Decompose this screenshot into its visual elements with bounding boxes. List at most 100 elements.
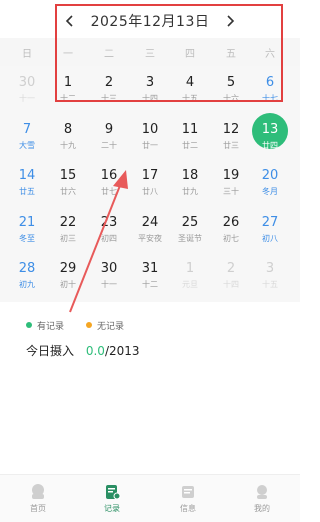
calendar-day[interactable]: 26 初七 [211, 208, 251, 252]
calendar-day[interactable]: 13 廿四 [250, 112, 290, 159]
day-number: 10 [141, 121, 159, 137]
calendar-day[interactable]: 11 廿二 [170, 115, 210, 159]
day-number: 28 [18, 261, 36, 276]
calendar-day[interactable]: 6 十七 [250, 68, 290, 112]
lunar-label: 圣诞节 [178, 233, 202, 243]
day-number: 3 [265, 261, 275, 276]
lunar-label: 冬至 [19, 233, 35, 243]
lunar-label: 初七 [223, 233, 239, 243]
calendar-header: 2025年12月13日 [0, 8, 300, 34]
lunar-label: 初三 [60, 233, 76, 243]
calendar-day[interactable]: 19 三十 [211, 161, 251, 205]
calendar-day[interactable]: 23 初四 [89, 208, 129, 252]
profile-icon [257, 485, 267, 499]
home-icon [32, 484, 44, 499]
calendar-day[interactable]: 1 十二 [48, 68, 88, 112]
day-number: 17 [141, 168, 159, 183]
lunar-label: 十九 [60, 140, 76, 150]
calendar-day[interactable]: 25 圣诞节 [170, 208, 210, 252]
lunar-label: 廿五 [19, 187, 35, 196]
legend-recorded: 有记录 [37, 321, 65, 332]
calendar-day[interactable]: 31 十二 [130, 254, 170, 298]
weekday-bar: 日 一 二 三 四 五 六 [0, 38, 300, 66]
tab-home-label: 首页 [30, 504, 46, 513]
lunar-label: 廿二 [182, 140, 198, 150]
lunar-label: 初十 [60, 280, 76, 289]
calendar-day[interactable]: 7 大雪 [7, 115, 47, 159]
calendar-day[interactable]: 28 初九 [7, 254, 47, 298]
tab-profile[interactable]: 我的 [232, 483, 292, 521]
lunar-label: 廿八 [142, 187, 158, 196]
day-number: 29 [59, 261, 77, 276]
lunar-label: 廿七 [101, 187, 117, 196]
day-number: 6 [265, 75, 275, 90]
status-strip [0, 0, 300, 6]
calendar-day[interactable]: 17 廿八 [130, 161, 170, 205]
calendar-day[interactable]: 10 廿一 [130, 115, 170, 159]
day-number: 12 [222, 121, 240, 137]
lunar-label: 十一 [101, 280, 117, 289]
lunar-label: 十四 [223, 280, 239, 289]
lunar-label: 十七 [262, 94, 278, 103]
calendar-day[interactable]: 30 十一 [7, 68, 47, 112]
legend-not-recorded: 无记录 [97, 321, 125, 332]
day-number: 24 [141, 214, 159, 230]
day-number: 21 [18, 214, 36, 230]
next-month-button[interactable] [219, 10, 241, 32]
calendar-day[interactable]: 5 十六 [211, 68, 251, 112]
calendar-day[interactable]: 1 元旦 [170, 254, 210, 298]
day-number: 2 [226, 261, 236, 276]
calendar-day[interactable]: 30 十一 [89, 254, 129, 298]
tab-info[interactable]: 信息 [158, 483, 218, 521]
day-number: 5 [226, 75, 236, 90]
info-icon [182, 486, 194, 498]
record-icon [106, 485, 121, 500]
calendar-day[interactable]: 14 廿五 [7, 161, 47, 205]
tab-record[interactable]: 记录 [82, 483, 142, 521]
weekday-label: 三 [145, 48, 155, 60]
day-number: 23 [100, 214, 118, 230]
tab-record-label: 记录 [104, 504, 120, 513]
day-number: 2 [104, 75, 114, 90]
calendar-day[interactable]: 2 十三 [89, 68, 129, 112]
day-number: 31 [141, 261, 159, 276]
lunar-label: 初四 [101, 233, 117, 243]
intake-value: 0.0 [85, 344, 105, 358]
weekday-label: 五 [226, 48, 236, 60]
calendar-day[interactable]: 2 十四 [211, 254, 251, 298]
lunar-label: 十二 [142, 280, 158, 289]
lunar-label: 十五 [262, 280, 278, 289]
calendar-day[interactable]: 20 冬月 [250, 161, 290, 205]
recorded-dot [26, 322, 32, 328]
calendar-day[interactable]: 12 廿三 [211, 115, 251, 159]
intake-summary: 今日摄入 0.0/2013 [26, 342, 140, 359]
day-number: 1 [185, 261, 195, 276]
calendar-day[interactable]: 3 十五 [250, 254, 290, 298]
calendar-day[interactable]: 4 十五 [170, 68, 210, 112]
calendar-day[interactable]: 21 冬至 [7, 208, 47, 252]
prev-month-button[interactable] [59, 10, 81, 32]
calendar-day[interactable]: 24 平安夜 [130, 208, 170, 252]
lunar-label: 十二 [60, 94, 76, 103]
calendar-day[interactable]: 15 廿六 [48, 161, 88, 205]
calendar-day[interactable]: 8 十九 [48, 115, 88, 159]
day-number: 13 [261, 121, 279, 137]
calendar-day[interactable]: 16 廿七 [89, 161, 129, 205]
day-number: 26 [222, 214, 240, 230]
weekday-label: 一 [63, 48, 73, 60]
calendar-day[interactable]: 27 初八 [250, 208, 290, 252]
tab-home[interactable]: 首页 [8, 483, 68, 521]
calendar-day[interactable]: 3 十四 [130, 68, 170, 112]
calendar-day[interactable]: 9 二十 [89, 115, 129, 159]
day-number: 4 [185, 75, 195, 90]
calendar-day[interactable]: 29 初十 [48, 254, 88, 298]
calendar-day[interactable]: 18 廿九 [170, 161, 210, 205]
legend: 有记录 无记录 [26, 318, 124, 332]
lunar-label: 大雪 [19, 140, 35, 150]
lunar-label: 初九 [19, 280, 35, 289]
lunar-label: 平安夜 [138, 233, 162, 243]
intake-label: 今日摄入 [26, 344, 75, 358]
calendar-day[interactable]: 22 初三 [48, 208, 88, 252]
weekday-label: 日 [22, 48, 32, 60]
weekday-label: 二 [104, 48, 114, 60]
